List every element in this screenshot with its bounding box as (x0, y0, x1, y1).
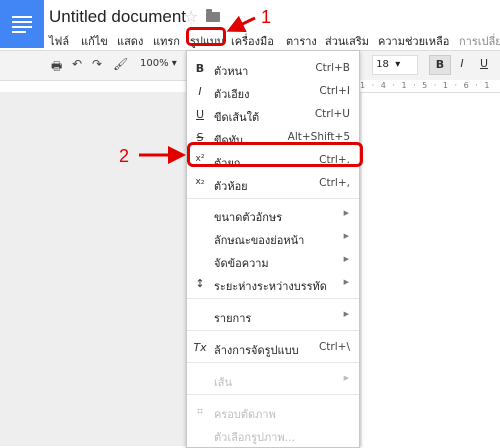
arrow-to-format-menu (226, 15, 256, 32)
annotation-arrows (139, 15, 256, 164)
